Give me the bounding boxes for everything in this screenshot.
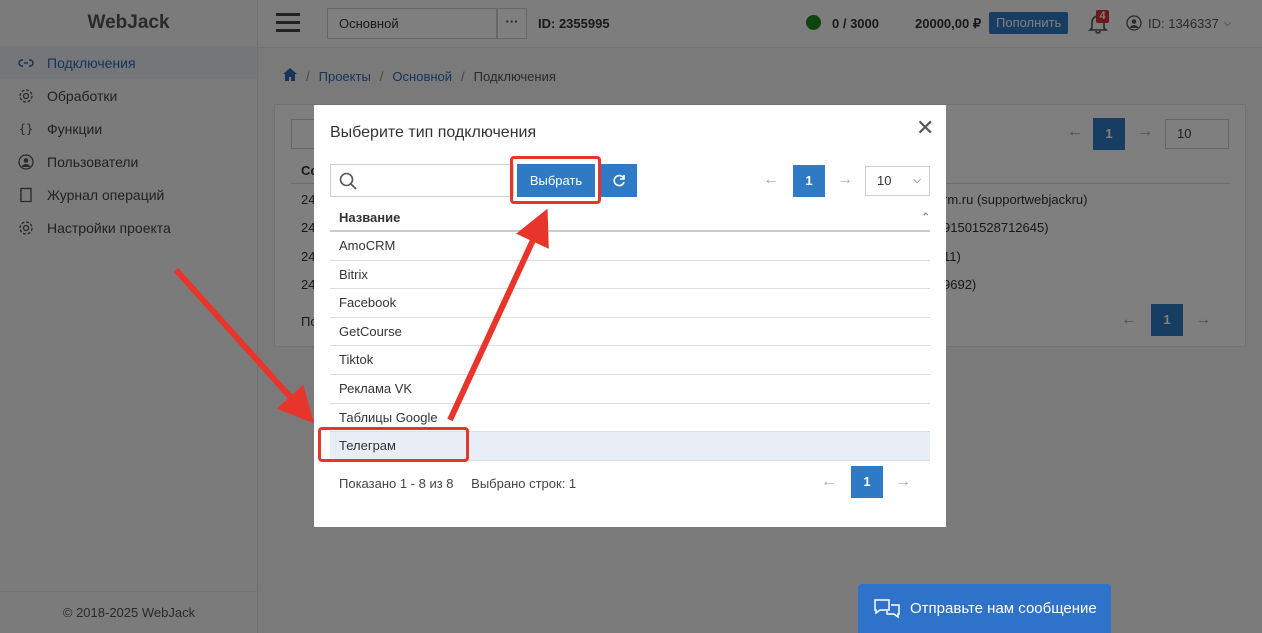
table-footer: Показано 1 - 8 из 8 Выбрано строк: 1 [339, 476, 576, 491]
column-header-label: Название [339, 210, 401, 225]
search-icon [339, 172, 357, 190]
table-row[interactable]: Реклама VK [330, 375, 930, 404]
modal-title: Выберите тип подключения [330, 124, 537, 141]
prev-page-icon[interactable]: ← [821, 473, 837, 491]
column-header-name[interactable]: Название ⌃ [330, 204, 930, 232]
highlight-select-button [510, 156, 601, 204]
page-size-select[interactable]: 10 ⌵ [865, 166, 930, 196]
shown-count: Показано 1 - 8 из 8 [339, 476, 454, 491]
chat-label: Отправьте нам сообщение [910, 600, 1097, 617]
table-row[interactable]: Facebook [330, 289, 930, 318]
next-page-icon[interactable]: → [895, 473, 911, 491]
sort-asc-icon[interactable]: ⌃ [922, 204, 930, 232]
chat-bubbles-icon [874, 598, 900, 618]
page-size-value: 10 [877, 173, 892, 188]
table-row[interactable]: Tiktok [330, 346, 930, 375]
table-row[interactable]: GetCourse [330, 318, 930, 347]
prev-page-icon[interactable]: ← [763, 171, 779, 189]
connection-types-table: Название ⌃ AmoCRM Bitrix Facebook GetCou… [330, 204, 930, 461]
page-button-bottom[interactable]: 1 [851, 466, 883, 498]
highlight-telegram-row [318, 427, 469, 462]
table-row[interactable]: Bitrix [330, 261, 930, 290]
search-field[interactable] [330, 164, 514, 197]
page-button[interactable]: 1 [793, 165, 825, 197]
search-input[interactable] [361, 169, 511, 193]
close-icon[interactable]: ✕ [916, 117, 934, 139]
chat-widget[interactable]: Отправьте нам сообщение [858, 584, 1111, 633]
chevron-down-icon: ⌵ [913, 175, 921, 186]
selected-count: Выбрано строк: 1 [471, 476, 577, 491]
refresh-icon [613, 174, 625, 186]
table-row[interactable]: AmoCRM [330, 232, 930, 261]
connection-type-modal: Выберите тип подключения ✕ Выбрать ← 1 →… [314, 105, 946, 527]
refresh-button[interactable] [601, 164, 637, 197]
next-page-icon[interactable]: → [837, 171, 853, 189]
